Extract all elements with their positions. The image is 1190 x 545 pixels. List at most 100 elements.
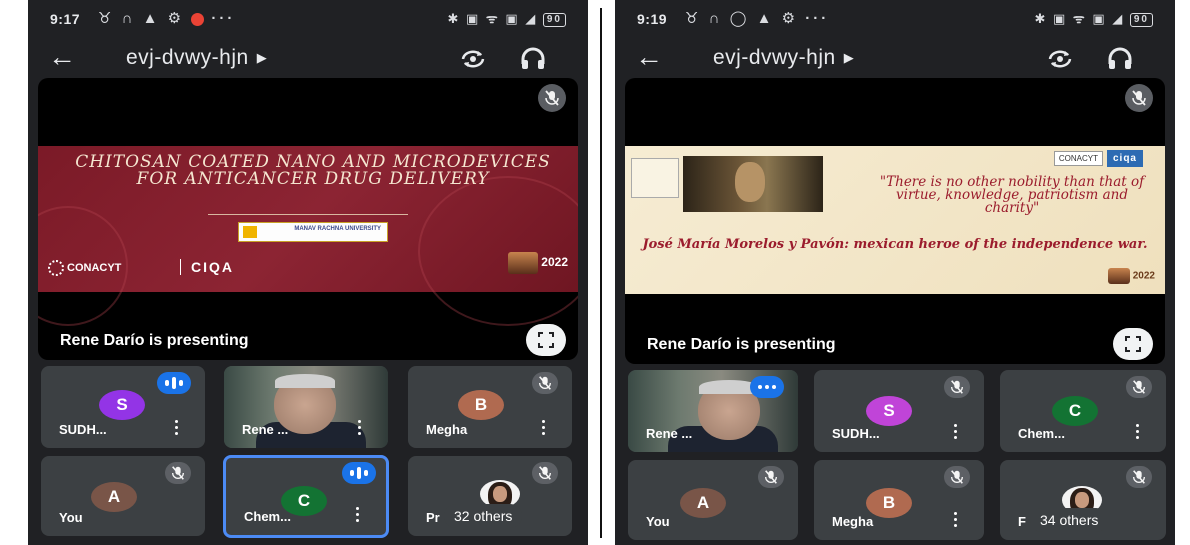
presentation-stage: CONACYT ciqa "There is no other nobility …: [625, 78, 1165, 364]
portrait-icon: [1107, 268, 1130, 284]
conacyt-globe-icon: [48, 260, 64, 276]
participant-tile-video[interactable]: Rene ...: [628, 370, 798, 452]
participant-tile[interactable]: B Megha: [814, 460, 984, 540]
fullscreen-icon: [538, 332, 554, 348]
participant-tile-video[interactable]: Rene ...: [224, 366, 388, 448]
participant-tile[interactable]: S SUDH...: [814, 370, 984, 452]
system-icons: ✱ ▣ ᯤ ▣ ◢ 90: [447, 9, 566, 27]
more-options-icon[interactable]: [358, 420, 362, 436]
participant-tile-self[interactable]: A You: [628, 460, 798, 540]
more-options-icon[interactable]: [542, 420, 546, 436]
slide-logos: CONACYT ciqa: [1053, 150, 1143, 168]
shared-slide: CONACYT ciqa "There is no other nobility …: [625, 146, 1165, 294]
back-arrow-icon[interactable]: ←: [48, 42, 76, 72]
mic-off-icon: [532, 462, 558, 484]
mic-off-icon: [944, 466, 970, 488]
participant-tile[interactable]: C Chem...: [1000, 370, 1166, 452]
avatar: S: [99, 390, 145, 420]
ciqa-logo: ciqa: [1106, 150, 1143, 168]
fullscreen-button[interactable]: [526, 324, 566, 356]
phone-screen-right: 9:19 ♉ ∩ ◯ ▲ ⚙ ··· ✱ ▣ ᯤ ▣ ◢ 90 ← evj-dv…: [615, 0, 1175, 545]
more-options-icon[interactable]: [954, 512, 958, 528]
video-person-hair: [275, 374, 335, 388]
meeting-code: evj-dvwy-hjn: [126, 46, 249, 69]
mic-off-icon: [538, 84, 566, 112]
meeting-top-bar: ← evj-dvwy-hjn ▶: [28, 40, 588, 80]
slide-caption: José María Morelos y Pavón: mexican hero…: [642, 237, 1148, 252]
slide-note-card: [631, 158, 679, 198]
year-logo: 2022: [1107, 268, 1155, 284]
ciqa-logo: CIQA: [180, 259, 234, 275]
fullscreen-icon: [1125, 336, 1141, 352]
participant-name: You: [646, 514, 670, 529]
meeting-code-button[interactable]: evj-dvwy-hjn ▶: [713, 46, 854, 70]
participant-tile-active[interactable]: C Chem...: [223, 455, 389, 538]
more-options-icon[interactable]: [356, 507, 360, 523]
phone-screen-left: 9:17 ♉ ∩ ▲ ⚙ ··· ✱ ▣ ᯤ ▣ ◢ 90 ← evj-dvwy…: [28, 0, 588, 545]
battery-icon: 90: [542, 12, 566, 27]
slide-quote: "There is no other nobility than that of…: [879, 174, 1145, 216]
speaking-indicator-icon: [157, 372, 191, 394]
recording-icon: [191, 12, 205, 26]
more-options-icon[interactable]: [175, 420, 179, 436]
mic-off-icon: [758, 466, 784, 488]
participant-name: Megha: [426, 422, 468, 437]
meeting-top-bar: ← evj-dvwy-hjn ▶: [615, 40, 1175, 80]
participant-name: Chem...: [1018, 426, 1065, 441]
mic-off-icon: [1125, 84, 1153, 112]
caret-right-icon: ▶: [843, 50, 855, 66]
university-name: MANAV RACHNA UNIVERSITY: [294, 226, 381, 232]
speaking-indicator-icon: [342, 462, 376, 484]
meeting-code-button[interactable]: evj-dvwy-hjn ▶: [126, 46, 267, 70]
battery-icon: 90: [1129, 12, 1153, 27]
org1-label: CONACYT: [67, 261, 122, 274]
audio-output-icon[interactable]: [1105, 46, 1135, 72]
caret-right-icon: ▶: [256, 50, 268, 66]
participant-tile[interactable]: B Megha: [408, 366, 572, 448]
back-arrow-icon[interactable]: ←: [635, 42, 663, 72]
participant-name: SUDH...: [59, 422, 107, 437]
presenting-label: Rene Darío is presenting: [60, 332, 249, 349]
mic-off-icon: [1126, 466, 1152, 488]
participant-tile[interactable]: S SUDH...: [41, 366, 205, 448]
mic-off-icon: [1126, 376, 1152, 398]
status-bar: 9:17 ♉ ∩ ▲ ⚙ ··· ✱ ▣ ᯤ ▣ ◢ 90: [28, 0, 588, 36]
switch-camera-icon[interactable]: [1045, 46, 1075, 72]
status-time: 9:17: [50, 11, 81, 27]
switch-camera-icon[interactable]: [458, 46, 488, 72]
year-label: 2022: [541, 255, 568, 270]
avatar: C: [1052, 396, 1098, 426]
audio-output-icon[interactable]: [518, 46, 548, 72]
participant-tile-others[interactable]: F 34 others: [1000, 460, 1166, 540]
conacyt-logo: CONACYT: [48, 260, 121, 276]
avatar: A: [680, 488, 726, 518]
presenting-label: Rene Darío is presenting: [647, 336, 836, 353]
fullscreen-button[interactable]: [1113, 328, 1153, 360]
participant-name: Rene ...: [242, 422, 289, 437]
slide-divider: [208, 214, 408, 215]
others-count: 32 others: [444, 504, 523, 528]
university-emblem-icon: [243, 226, 257, 238]
avatar: S: [866, 396, 912, 426]
others-count: 34 others: [1030, 508, 1109, 532]
conacyt-logo: CONACYT: [1053, 151, 1103, 167]
mic-off-icon: [944, 376, 970, 398]
speaking-indicator-icon: [750, 376, 784, 398]
participant-tile-others[interactable]: Pr 32 others: [408, 456, 572, 536]
notification-icons: ♉ ∩ ▲ ⚙ ···: [98, 10, 236, 27]
university-logo: MANAV RACHNA UNIVERSITY: [238, 222, 388, 242]
status-time: 9:19: [637, 11, 668, 27]
participant-tile-self[interactable]: A You: [41, 456, 205, 536]
more-options-icon[interactable]: [1136, 424, 1140, 440]
portrait-icon: [508, 252, 539, 274]
mic-off-icon: [532, 372, 558, 394]
participant-name: You: [59, 510, 83, 525]
system-icons: ✱ ▣ ᯤ ▣ ◢ 90: [1034, 9, 1153, 27]
mic-off-icon: [165, 462, 191, 484]
presentation-stage: CHITOSAN COATED NANO AND MICRODEVICES FO…: [38, 78, 578, 360]
notification-icons: ♉ ∩ ◯ ▲ ⚙ ···: [685, 10, 830, 27]
more-options-icon[interactable]: [954, 424, 958, 440]
participant-name: F: [1018, 514, 1026, 529]
participant-name: Megha: [832, 514, 874, 529]
shared-slide: CHITOSAN COATED NANO AND MICRODEVICES FO…: [38, 146, 578, 326]
